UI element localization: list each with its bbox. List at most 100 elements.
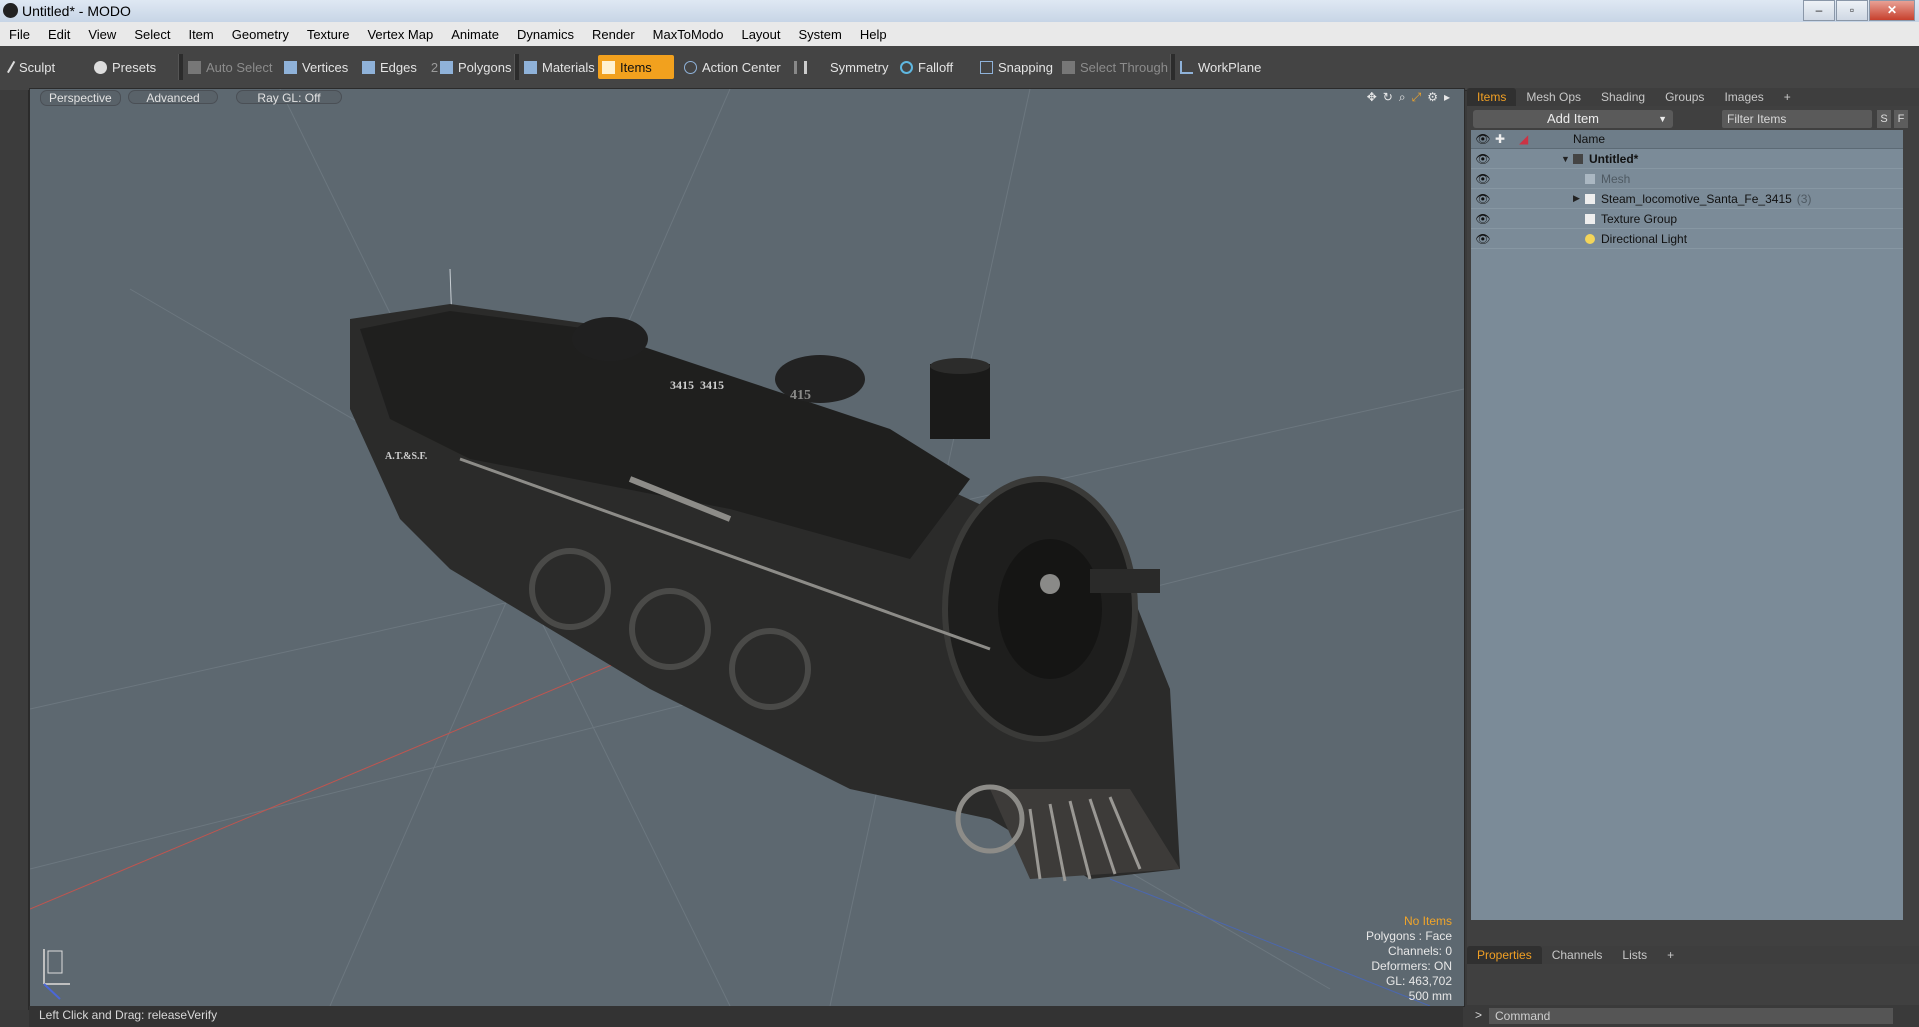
sculpt-label: Sculpt	[19, 59, 56, 75]
command-prompt-icon: >	[1475, 1008, 1483, 1022]
name-column-header[interactable]: Name	[1573, 132, 1605, 146]
tree-row-directional-light[interactable]: 👁 Directional Light	[1471, 229, 1903, 249]
eye-icon[interactable]: 👁	[1471, 212, 1495, 226]
menu-geometry[interactable]: Geometry	[223, 27, 298, 42]
shading-mode-button[interactable]: Advanced	[128, 90, 218, 105]
vertices-button[interactable]: Vertices	[280, 55, 348, 79]
filter-items-input[interactable]: Filter Items	[1722, 110, 1872, 128]
light-icon	[1585, 233, 1595, 244]
auto-select-button[interactable]: Auto Select	[184, 55, 273, 79]
add-item-button[interactable]: Add Item ▼	[1473, 110, 1673, 128]
expand-triangle-icon[interactable]: ▶	[1573, 193, 1585, 204]
select-through-icon	[1062, 60, 1075, 74]
menu-dynamics[interactable]: Dynamics	[508, 27, 583, 42]
items-label: Items	[620, 59, 652, 75]
menu-view[interactable]: View	[79, 27, 125, 42]
symmetry-button[interactable]: Symmetry	[790, 55, 889, 79]
s-toggle-button[interactable]: S	[1877, 110, 1891, 128]
menu-layout[interactable]: Layout	[732, 27, 789, 42]
presets-button[interactable]: Presets	[90, 55, 156, 79]
tab-images[interactable]: Images	[1714, 88, 1773, 106]
title-bar: Untitled* - MODO – ▫ ✕	[0, 0, 1919, 22]
menu-vertex-map[interactable]: Vertex Map	[358, 27, 442, 42]
add-tab-button[interactable]: +	[1774, 88, 1801, 106]
toolbar-divider	[1170, 54, 1175, 80]
edges-label: Edges	[380, 59, 417, 75]
expand-arrow-icon[interactable]: ▸	[1444, 90, 1450, 105]
menu-select[interactable]: Select	[125, 27, 179, 42]
locomotive-model	[350, 304, 1180, 882]
sculpt-button[interactable]: Sculpt	[6, 55, 55, 79]
add-item-label: Add Item	[1546, 111, 1600, 126]
command-input[interactable]: Command	[1489, 1008, 1893, 1024]
materials-button[interactable]: Materials	[520, 55, 595, 79]
select-through-button[interactable]: Select Through	[1058, 55, 1168, 79]
collapse-triangle-icon[interactable]: ▼	[1561, 154, 1573, 164]
window-title: Untitled* - MODO	[22, 3, 131, 19]
zoom-view-icon[interactable]: ⌕	[1399, 90, 1406, 105]
action-center-button[interactable]: Action Center	[680, 55, 781, 79]
vertices-label: Vertices	[302, 59, 349, 75]
tab-lists[interactable]: Lists	[1612, 946, 1657, 964]
tree-row-locomotive[interactable]: 👁 ▶ Steam_locomotive_Santa_Fe_3415 (3)	[1471, 189, 1903, 209]
snapping-label: Snapping	[998, 59, 1053, 75]
materials-label: Materials	[542, 59, 595, 75]
eye-icon[interactable]: 👁	[1471, 232, 1495, 246]
tab-channels[interactable]: Channels	[1542, 946, 1613, 964]
tab-properties[interactable]: Properties	[1467, 946, 1542, 964]
menu-bar: File Edit View Select Item Geometry Text…	[0, 22, 1919, 46]
rotate-view-icon[interactable]: ↻	[1383, 90, 1393, 105]
tree-label-locomotive: Steam_locomotive_Santa_Fe_3415	[1601, 191, 1792, 206]
move-view-icon[interactable]: ✥	[1367, 90, 1377, 105]
workplane-button[interactable]: WorkPlane	[1176, 55, 1261, 79]
polygons-label: Polygons	[458, 59, 512, 75]
snapping-button[interactable]: Snapping	[976, 55, 1053, 79]
edges-icon	[362, 60, 375, 74]
tree-label-texture-group: Texture Group	[1601, 211, 1678, 226]
view-type-button[interactable]: Perspective	[40, 90, 121, 106]
menu-file[interactable]: File	[0, 27, 39, 42]
fit-view-icon[interactable]: ⤢	[1412, 90, 1422, 105]
polygons-button[interactable]: Polygons	[436, 55, 511, 79]
menu-edit[interactable]: Edit	[39, 27, 79, 42]
items-button[interactable]: Items	[598, 55, 674, 79]
menu-maxtomodo[interactable]: MaxToModo	[644, 27, 733, 42]
tab-mesh-ops[interactable]: Mesh Ops	[1516, 88, 1591, 106]
menu-render[interactable]: Render	[583, 27, 644, 42]
tab-shading[interactable]: Shading	[1591, 88, 1655, 106]
3d-viewport[interactable]: 3415 3415 A.T.&S.F. 415 Perspective Adva…	[29, 88, 1465, 1007]
symmetry-label: Symmetry	[830, 59, 889, 75]
falloff-button[interactable]: Falloff	[896, 55, 953, 79]
tab-groups[interactable]: Groups	[1655, 88, 1714, 106]
edges-button[interactable]: Edges 2	[358, 55, 438, 79]
crosshair-icon	[684, 60, 697, 74]
workplane-label: WorkPlane	[1198, 59, 1262, 75]
eye-icon[interactable]: 👁	[1471, 172, 1495, 186]
toolbar-divider	[514, 54, 519, 80]
lock-column-icon: ✚	[1495, 132, 1506, 146]
tree-row-mesh[interactable]: 👁 Mesh	[1471, 169, 1903, 189]
raygl-button[interactable]: Ray GL: Off	[236, 90, 342, 105]
tree-row-untitled[interactable]: 👁 ▼ Untitled*	[1471, 149, 1903, 169]
menu-system[interactable]: System	[790, 27, 851, 42]
items-controls: Add Item ▼ Filter Items S F	[1467, 108, 1919, 130]
settings-gear-icon[interactable]: ⚙	[1427, 90, 1438, 105]
menu-item[interactable]: Item	[179, 27, 222, 42]
eye-icon[interactable]: 👁	[1471, 152, 1495, 166]
tab-items[interactable]: Items	[1467, 88, 1517, 106]
close-button[interactable]: ✕	[1869, 0, 1915, 21]
channels-label: Channels: 0	[1387, 944, 1452, 958]
eye-icon[interactable]: 👁	[1471, 192, 1495, 206]
items-icon	[602, 60, 615, 74]
menu-animate[interactable]: Animate	[442, 27, 508, 42]
grid-scale-label: 500 mm	[1408, 989, 1452, 1003]
loco-dome-number: 415	[790, 388, 811, 403]
menu-texture[interactable]: Texture	[298, 27, 359, 42]
f-toggle-button[interactable]: F	[1894, 110, 1908, 128]
maximize-button[interactable]: ▫	[1836, 0, 1868, 21]
loco-number-plate: 3415	[670, 378, 694, 392]
menu-help[interactable]: Help	[851, 27, 896, 42]
tree-row-texture-group[interactable]: 👁 Texture Group	[1471, 209, 1903, 229]
add-bottom-tab-button[interactable]: +	[1657, 946, 1684, 964]
minimize-button[interactable]: –	[1803, 0, 1835, 21]
